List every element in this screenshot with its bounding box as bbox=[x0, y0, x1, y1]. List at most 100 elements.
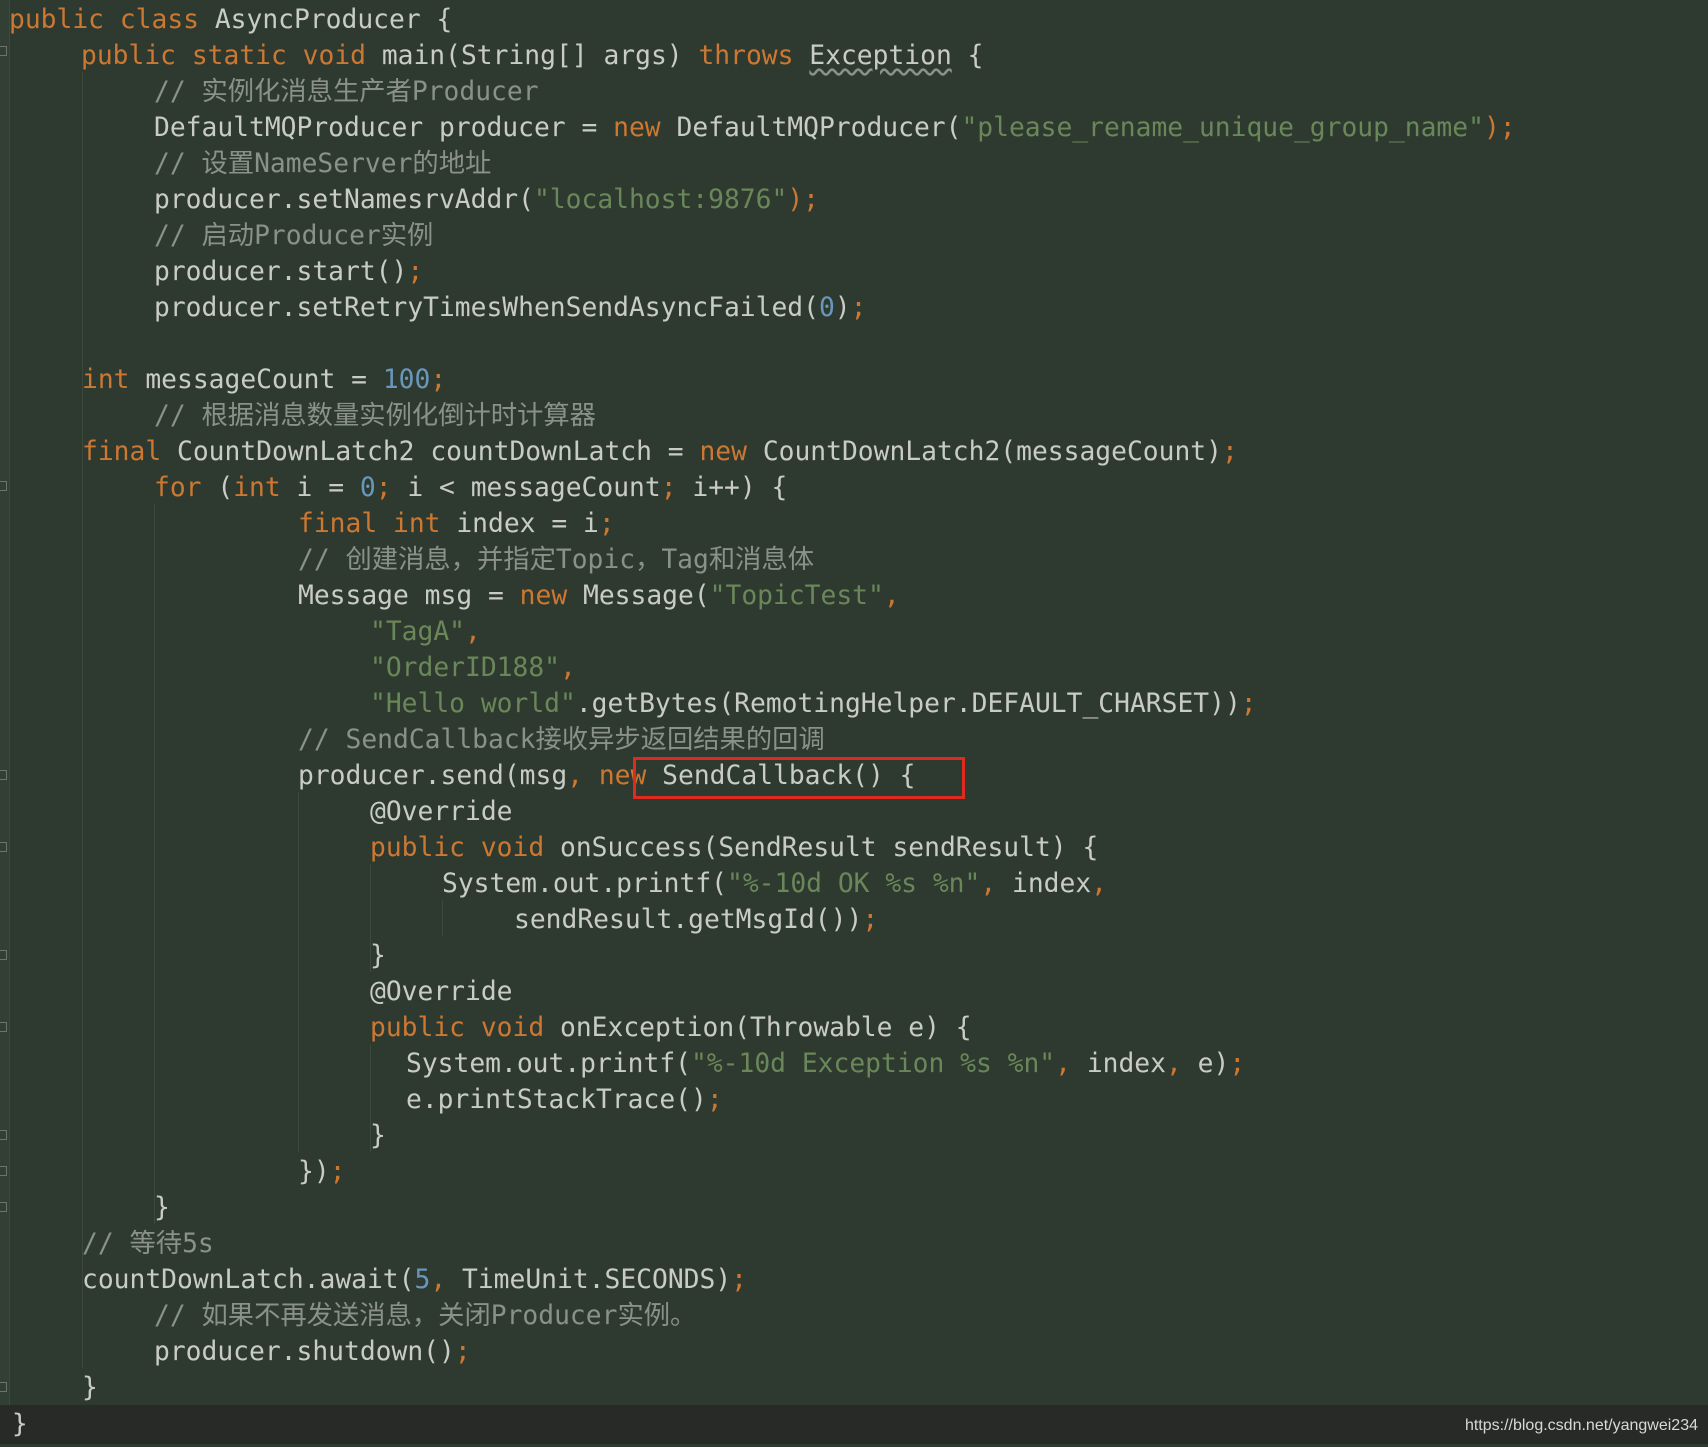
code-line[interactable]: producer.shutdown(); bbox=[154, 1334, 471, 1370]
string-token: "%-10d OK %s %n" bbox=[727, 869, 981, 899]
code-token: e.printStackTrace() bbox=[406, 1085, 707, 1115]
fold-marker-icon[interactable] bbox=[0, 1166, 7, 1176]
code-token: } bbox=[370, 941, 386, 971]
comment-token: Tag bbox=[661, 545, 709, 575]
code-token: }) bbox=[298, 1157, 330, 1187]
punctuation-token: , bbox=[465, 617, 481, 647]
code-token: producer.setNamesrvAddr( bbox=[154, 185, 534, 215]
comment-token: 实例化消息生产者 bbox=[201, 77, 412, 107]
punctuation-token: , bbox=[980, 869, 1012, 899]
code-line[interactable]: "Hello world".getBytes(RemotingHelper.DE… bbox=[370, 686, 1257, 722]
code-line[interactable]: Message msg = new Message("TopicTest", bbox=[298, 578, 900, 614]
code-line[interactable]: producer.setNamesrvAddr("localhost:9876"… bbox=[154, 182, 819, 218]
code-line[interactable]: System.out.printf("%-10d OK %s %n", inde… bbox=[442, 866, 1107, 902]
comment-token: 实例。 bbox=[617, 1301, 697, 1331]
code-comment[interactable]: // 等待5s bbox=[82, 1226, 214, 1262]
number-token: 0 bbox=[359, 473, 376, 503]
code-line[interactable]: producer.start(); bbox=[154, 254, 423, 290]
punctuation-token: , bbox=[1055, 1049, 1087, 1079]
fold-marker-icon[interactable] bbox=[0, 481, 7, 491]
keyword-token: new bbox=[613, 113, 677, 143]
code-token: DefaultMQProducer( bbox=[676, 113, 962, 143]
code-comment[interactable]: // SendCallback接收异步返回结果的回调 bbox=[298, 722, 825, 758]
keyword-token: throws bbox=[698, 41, 810, 71]
code-line[interactable]: @Override bbox=[370, 794, 513, 830]
indent-guide bbox=[298, 792, 299, 1152]
code-line[interactable]: }); bbox=[298, 1154, 346, 1190]
comment-token: // bbox=[154, 221, 202, 251]
code-line[interactable]: DefaultMQProducer producer = new Default… bbox=[154, 110, 1516, 146]
fold-marker-icon[interactable] bbox=[0, 1202, 7, 1212]
punctuation-token: ; bbox=[1221, 437, 1238, 467]
fold-marker-icon[interactable] bbox=[0, 46, 7, 56]
punctuation-token: , bbox=[430, 1265, 462, 1295]
string-token: "Hello world" bbox=[370, 689, 576, 719]
code-token: i++) { bbox=[692, 473, 788, 503]
code-token: { bbox=[951, 41, 984, 71]
code-line[interactable]: } bbox=[154, 1190, 170, 1226]
indent-guide bbox=[82, 72, 83, 1368]
comment-token: Producer bbox=[254, 221, 381, 251]
number-token: 0 bbox=[818, 293, 835, 323]
code-token: producer.setRetryTimesWhenSendAsyncFaile… bbox=[154, 293, 819, 323]
code-comment[interactable]: // 设置NameServer的地址 bbox=[154, 146, 491, 182]
code-token: e) bbox=[1197, 1049, 1230, 1079]
code-token: DEFAULT_CHARSET bbox=[971, 689, 1210, 719]
comment-token: 创建消息，并指定 bbox=[345, 545, 556, 575]
keyword-token: final bbox=[82, 437, 177, 467]
code-line[interactable]: for (int i = 0; i < messageCount; i++) { bbox=[154, 470, 787, 506]
code-comment[interactable]: // 根据消息数量实例化倒计时计算器 bbox=[154, 398, 596, 434]
code-token: CountDownLatch2(messageCount) bbox=[762, 437, 1222, 467]
code-editor[interactable]: public class AsyncProducer { public stat… bbox=[0, 0, 1708, 1444]
string-token: "please_rename_unique_group_name" bbox=[961, 113, 1484, 143]
fold-marker-icon[interactable] bbox=[0, 1130, 7, 1140]
punctuation-token: ; bbox=[731, 1265, 748, 1295]
code-line[interactable]: public void onSuccess(SendResult sendRes… bbox=[370, 830, 1098, 866]
fold-marker-icon[interactable] bbox=[0, 1022, 7, 1032]
code-comment[interactable]: // 实例化消息生产者Producer bbox=[154, 74, 539, 110]
code-line[interactable]: final CountDownLatch2 countDownLatch = n… bbox=[82, 434, 1238, 470]
fold-marker-icon[interactable] bbox=[0, 842, 7, 852]
comment-token: 实例 bbox=[380, 221, 434, 251]
code-line[interactable]: } bbox=[370, 1118, 386, 1154]
code-line[interactable]: final int index = i; bbox=[298, 506, 615, 542]
code-line[interactable]: @Override bbox=[370, 974, 513, 1010]
code-token: producer.send(msg bbox=[298, 761, 568, 791]
fold-marker-icon[interactable] bbox=[0, 770, 7, 780]
code-line[interactable]: "OrderID188", bbox=[370, 650, 576, 686]
keyword-token: public void bbox=[370, 833, 560, 863]
code-line[interactable]: public void onException(Throwable e) { bbox=[370, 1010, 972, 1046]
code-line[interactable]: int messageCount = 100; bbox=[82, 362, 446, 398]
number-token: 5 bbox=[414, 1265, 431, 1295]
code-comment[interactable]: // 启动Producer实例 bbox=[154, 218, 433, 254]
code-line[interactable]: public class AsyncProducer { bbox=[9, 2, 452, 38]
code-comment[interactable]: // 创建消息，并指定Topic，Tag和消息体 bbox=[298, 542, 814, 578]
code-line[interactable]: "TagA", bbox=[370, 614, 481, 650]
number-token: 100 bbox=[382, 365, 431, 395]
code-comment[interactable]: // 如果不再发送消息，关闭Producer实例。 bbox=[154, 1298, 696, 1334]
editor-gutter bbox=[0, 0, 10, 1405]
code-line[interactable]: public static void main(String[] args) t… bbox=[81, 38, 983, 74]
comment-token: 等待 bbox=[129, 1229, 183, 1259]
code-token: } bbox=[82, 1373, 98, 1403]
code-line[interactable]: } bbox=[370, 938, 386, 974]
code-line[interactable]: countDownLatch.await(5, TimeUnit.SECONDS… bbox=[82, 1262, 747, 1298]
code-token: ( bbox=[217, 473, 234, 503]
comment-token: 和消息体 bbox=[708, 545, 815, 575]
code-token: .printf( bbox=[564, 1049, 691, 1079]
comment-token: // bbox=[82, 1229, 130, 1259]
code-line[interactable]: e.printStackTrace(); bbox=[406, 1082, 723, 1118]
code-token: } bbox=[154, 1193, 170, 1223]
fold-marker-icon[interactable] bbox=[0, 950, 7, 960]
code-token: index bbox=[1012, 869, 1092, 899]
code-line[interactable]: sendResult.getMsgId()); bbox=[514, 902, 878, 938]
punctuation-token: ; bbox=[850, 293, 867, 323]
keyword-token: final int bbox=[298, 509, 457, 539]
punctuation-token: ; bbox=[407, 257, 424, 287]
code-line[interactable]: } bbox=[82, 1370, 98, 1406]
fold-marker-icon[interactable] bbox=[0, 1382, 7, 1392]
code-line[interactable]: System.out.printf("%-10d Exception %s %n… bbox=[406, 1046, 1245, 1082]
code-token: DefaultMQProducer producer = bbox=[154, 113, 614, 143]
code-line[interactable]: producer.setRetryTimesWhenSendAsyncFaile… bbox=[154, 290, 866, 326]
code-token: out bbox=[516, 1049, 565, 1079]
